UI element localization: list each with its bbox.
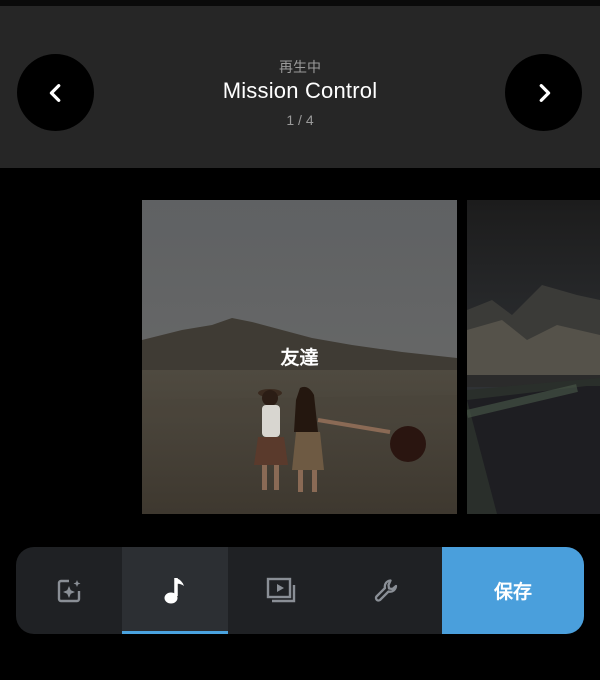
mountain-road-photo (467, 200, 600, 514)
tool-music-button[interactable] (122, 547, 228, 634)
tool-settings-button[interactable] (334, 547, 440, 634)
sparkle-photo-icon (57, 579, 81, 602)
photo-carousel[interactable]: 友達 (0, 200, 600, 514)
wrench-icon (374, 578, 398, 602)
tool-clips-button[interactable] (228, 547, 334, 634)
card-title: 友達 (280, 347, 319, 369)
music-note-icon (164, 577, 184, 603)
app-screen: 再生中 Mission Control 1 / 4 友達 保存 (0, 0, 600, 680)
active-tab-indicator (122, 631, 228, 634)
carousel-card-friends[interactable]: 友達 (142, 200, 457, 514)
next-theme-button[interactable] (505, 54, 582, 131)
tool-style-button[interactable] (16, 547, 122, 634)
editor-toolbar: 保存 (16, 547, 584, 634)
theme-counter: 1 / 4 (286, 112, 314, 128)
video-clips-icon (266, 577, 296, 602)
chevron-right-icon (539, 83, 550, 102)
carousel-card-next[interactable] (467, 200, 600, 514)
now-playing-header: 再生中 Mission Control 1 / 4 (0, 6, 600, 168)
header-pointer (289, 156, 311, 168)
save-button[interactable]: 保存 (442, 547, 584, 634)
